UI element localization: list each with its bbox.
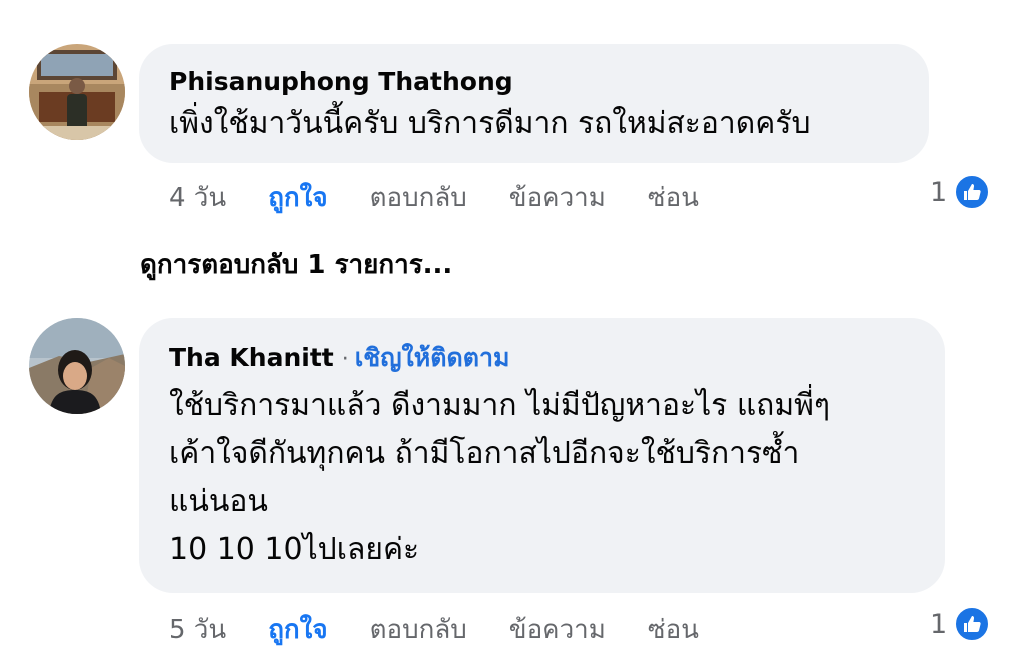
separator-dot: · <box>341 347 349 372</box>
avatar-photo <box>29 44 125 140</box>
comment-author[interactable]: Phisanuphong Thathong <box>169 66 929 98</box>
comment-bubble[interactable]: Phisanuphong Thathong เพิ่งใช้มาวันนี้คร… <box>139 44 929 163</box>
view-replies-link[interactable]: ดูการตอบกลับ 1 รายการ... <box>140 244 452 285</box>
message-button[interactable]: ข้อความ <box>509 609 606 650</box>
like-button[interactable]: ถูกใจ <box>268 609 327 650</box>
thumbs-up-icon <box>953 605 992 643</box>
message-button[interactable]: ข้อความ <box>509 177 606 218</box>
comment-timestamp[interactable]: 4 วัน <box>169 177 226 218</box>
reply-button[interactable]: ตอบกลับ <box>370 609 467 650</box>
reaction-summary[interactable]: 1 <box>930 173 992 211</box>
avatar[interactable] <box>29 44 125 140</box>
comment-author[interactable]: Tha Khanitt <box>169 343 334 372</box>
comment-bubble[interactable]: Tha Khanitt · เชิญให้ติดตาม ใช้บริการมาแล้… <box>139 318 945 593</box>
comment-header: Tha Khanitt · เชิญให้ติดตาม <box>169 342 945 376</box>
comment-actions: 5 วัน ถูกใจ ตอบกลับ ข้อความ ซ่อน <box>169 609 741 650</box>
comment-thread: Phisanuphong Thathong เพิ่งใช้มาวันนี้คร… <box>0 0 1024 655</box>
reaction-count: 1 <box>930 176 948 208</box>
avatar[interactable] <box>29 318 125 414</box>
hide-button[interactable]: ซ่อน <box>648 177 699 218</box>
comment-text: เพิ่งใช้มาวันนี้ครับ บริการดีมาก รถใหม่ส… <box>169 106 811 141</box>
comment-text: ใช้บริการมาแล้ว ดีงามมาก ไม่มีปัญหาอะไร … <box>169 388 830 567</box>
thumbs-up-icon <box>953 173 992 211</box>
comment-timestamp[interactable]: 5 วัน <box>169 609 226 650</box>
follow-invite-link[interactable]: เชิญให้ติดตาม <box>355 343 510 372</box>
reply-button[interactable]: ตอบกลับ <box>370 177 467 218</box>
reaction-count: 1 <box>930 608 948 640</box>
comment-actions: 4 วัน ถูกใจ ตอบกลับ ข้อความ ซ่อน <box>169 177 741 218</box>
like-button[interactable]: ถูกใจ <box>268 177 327 218</box>
hide-button[interactable]: ซ่อน <box>648 609 699 650</box>
reaction-summary[interactable]: 1 <box>930 605 992 643</box>
avatar-photo <box>29 318 125 414</box>
